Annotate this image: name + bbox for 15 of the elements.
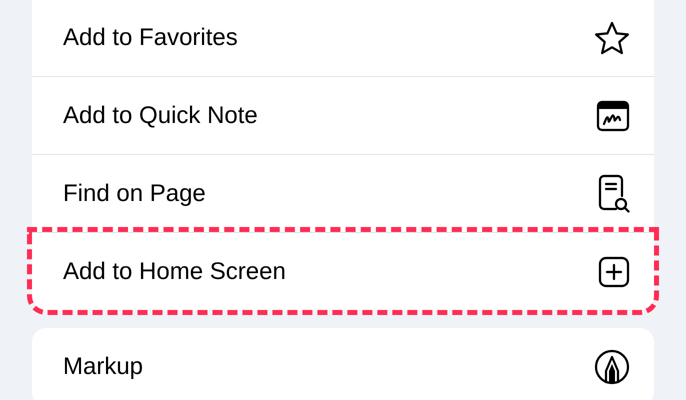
menu-item-label: Add to Favorites bbox=[63, 23, 238, 53]
star-icon bbox=[594, 21, 630, 55]
menu-item[interactable]: Add to Quick Note bbox=[32, 76, 654, 154]
pen-circle-icon bbox=[594, 349, 630, 385]
menu-item[interactable]: Add to Favorites bbox=[32, 0, 654, 76]
note-icon bbox=[596, 100, 630, 132]
menu-item-label: Add to Home Screen bbox=[63, 256, 286, 286]
plus-square-icon bbox=[598, 256, 630, 288]
highlighted-menu-item[interactable]: Add to Home Screen bbox=[32, 232, 654, 310]
menu-item-label: Markup bbox=[63, 352, 144, 382]
document-search-icon bbox=[598, 174, 630, 214]
menu-item-label: Add to Quick Note bbox=[63, 100, 258, 130]
menu-item[interactable]: Find on Page bbox=[32, 154, 654, 232]
menu-item[interactable]: Markup bbox=[32, 328, 654, 400]
menu-item-label: Find on Page bbox=[63, 178, 206, 208]
